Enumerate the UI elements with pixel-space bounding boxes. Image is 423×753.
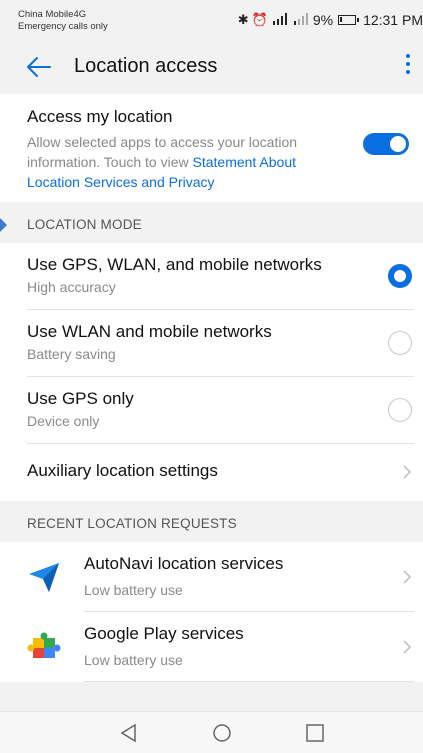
option-title: Use GPS only	[27, 389, 134, 408]
access-location-row[interactable]: Access my location Allow selected apps t…	[0, 94, 423, 202]
status-bar: China Mobile4G Emergency calls only ✱ ⏰ …	[0, 0, 423, 40]
more-options-icon[interactable]	[405, 54, 411, 78]
auxiliary-location-settings[interactable]: Auxiliary location settings	[0, 444, 423, 501]
access-location-title: Access my location	[27, 107, 173, 126]
option-title: Use GPS, WLAN, and mobile networks	[27, 255, 322, 274]
signal-icon	[292, 12, 310, 28]
toggle-knob	[390, 136, 406, 152]
auxiliary-label: Auxiliary location settings	[27, 461, 218, 480]
bluetooth-icon: ✱	[237, 12, 249, 27]
request-google-play-services[interactable]: Google Play services Low battery use	[0, 612, 423, 682]
carrier-name: China Mobile4G	[18, 9, 87, 20]
chevron-right-icon	[403, 570, 412, 584]
location-mode-header: LOCATION MODE	[0, 202, 423, 243]
recent-requests-list: AutoNavi location services Low battery u…	[0, 542, 423, 682]
chevron-right-icon	[403, 640, 412, 654]
option-device-only[interactable]: Use GPS only Device only	[0, 377, 423, 444]
request-title: Google Play services	[84, 624, 244, 643]
divider	[84, 681, 414, 682]
carrier-info: China Mobile4G Emergency calls only	[18, 9, 108, 33]
radio-button[interactable]	[388, 398, 412, 422]
access-location-description: Allow selected apps to access your locat…	[27, 132, 337, 192]
signal-4g-icon	[271, 12, 289, 28]
autonavi-icon	[29, 563, 59, 592]
system-nav-bar	[0, 711, 423, 753]
chevron-right-icon	[403, 465, 412, 479]
recent-requests-header: RECENT LOCATION REQUESTS	[0, 501, 423, 542]
app-bar: Location access	[0, 40, 423, 94]
option-high-accuracy[interactable]: Use GPS, WLAN, and mobile networks High …	[0, 243, 423, 310]
option-subtitle: Battery saving	[27, 346, 116, 362]
option-battery-saving[interactable]: Use WLAN and mobile networks Battery sav…	[0, 310, 423, 377]
page-title: Location access	[74, 55, 218, 77]
emergency-status: Emergency calls only	[18, 21, 108, 32]
battery-icon	[338, 15, 360, 25]
option-title: Use WLAN and mobile networks	[27, 322, 272, 341]
option-subtitle: High accuracy	[27, 279, 116, 295]
alarm-icon: ⏰	[251, 12, 268, 27]
request-title: AutoNavi location services	[84, 554, 284, 573]
request-subtitle: Low battery use	[84, 582, 183, 598]
radio-button[interactable]	[388, 331, 412, 355]
recents-square-icon[interactable]	[304, 722, 326, 744]
clock: 12:31 PM	[363, 12, 423, 28]
google-play-services-icon	[27, 632, 61, 658]
section-marker-icon	[0, 218, 7, 232]
request-autonavi[interactable]: AutoNavi location services Low battery u…	[0, 542, 423, 612]
access-location-toggle[interactable]	[363, 133, 409, 155]
back-triangle-icon[interactable]	[118, 722, 140, 744]
location-mode-list: Use GPS, WLAN, and mobile networks High …	[0, 243, 423, 501]
request-subtitle: Low battery use	[84, 652, 183, 668]
status-icons: ✱ ⏰ 9% 12:31 PM	[238, 12, 423, 28]
option-subtitle: Device only	[27, 413, 100, 429]
home-circle-icon[interactable]	[211, 722, 233, 744]
radio-button-selected[interactable]	[388, 264, 412, 288]
battery-percent: 9%	[312, 12, 334, 28]
back-arrow-icon[interactable]	[26, 56, 52, 78]
